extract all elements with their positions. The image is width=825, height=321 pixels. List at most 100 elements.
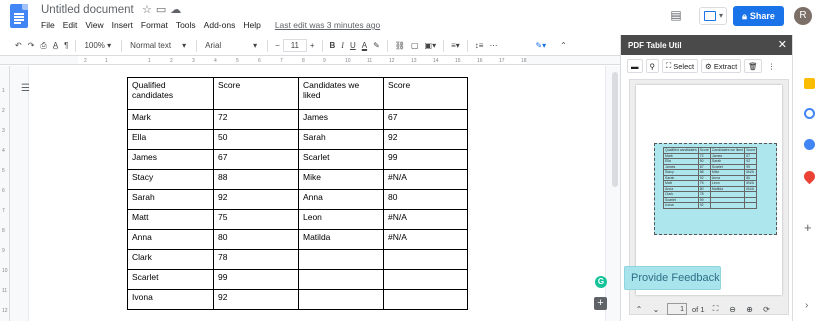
table-cell[interactable]: 99 [213, 269, 299, 290]
next-page-icon[interactable]: ⌄ [650, 303, 662, 315]
text-color-icon[interactable]: A [359, 38, 370, 54]
link-icon[interactable]: ⛓ [392, 38, 408, 54]
table-cell[interactable]: Ivona [127, 289, 214, 310]
table-cell[interactable]: Matilda [298, 229, 384, 250]
zoom-out-icon[interactable]: ⊖ [727, 303, 739, 315]
collapse-icon[interactable]: ⌃ [557, 38, 570, 54]
table-cell[interactable]: Sarah [127, 189, 214, 210]
paint-format-icon[interactable]: ¶ [61, 38, 71, 54]
editing-mode-icon[interactable]: ✎▾ [532, 38, 549, 54]
italic-icon[interactable]: I [338, 38, 347, 54]
zoom-select[interactable]: 100% ▾ [80, 38, 117, 54]
table-cell[interactable]: Sarah [298, 129, 384, 150]
table-cell[interactable] [298, 269, 384, 290]
table-cell[interactable]: 50 [213, 129, 299, 150]
document-table[interactable]: Qualified candidates Score Candidates we… [127, 77, 468, 310]
table-cell[interactable] [383, 289, 468, 310]
table-cell[interactable]: James [127, 149, 214, 170]
close-icon[interactable]: ✕ [778, 38, 787, 51]
tasks-icon[interactable] [804, 108, 815, 119]
document-scrollbar[interactable] [612, 72, 618, 187]
cloud-saved-icon[interactable]: ☁ [170, 3, 181, 16]
table-cell[interactable] [298, 289, 384, 310]
table-cell[interactable] [383, 269, 468, 290]
more-icon[interactable]: ⋯ [486, 38, 500, 54]
fit-page-icon[interactable]: ⛶ [710, 303, 722, 315]
font-select[interactable]: Arial ▾ [201, 38, 263, 54]
table-cell[interactable]: 67 [383, 109, 468, 130]
select-button[interactable]: ⛶ Select [662, 59, 699, 73]
contacts-icon[interactable] [804, 139, 815, 150]
table-cell[interactable]: 67 [213, 149, 299, 170]
redo-icon[interactable]: ↷ [25, 38, 38, 54]
table-header-cell[interactable]: Candidates we liked [298, 77, 384, 110]
star-icon[interactable]: ☆ [142, 3, 152, 16]
table-cell[interactable]: 72 [213, 109, 299, 130]
extract-button[interactable]: ⚙ Extract [701, 59, 742, 73]
provide-feedback-button[interactable]: Provide Feedback [624, 266, 721, 290]
font-size-increase-icon[interactable]: + [307, 38, 318, 54]
table-header-cell[interactable]: Score [213, 77, 299, 110]
table-cell[interactable]: Mark [127, 109, 214, 130]
style-select[interactable]: Normal text ▾ [126, 38, 192, 54]
line-spacing-icon[interactable]: ↕≡ [472, 38, 487, 54]
table-cell[interactable]: 78 [213, 249, 299, 270]
table-cell[interactable]: 99 [383, 149, 468, 170]
menu-help[interactable]: Help [243, 20, 260, 30]
table-cell[interactable]: 92 [213, 289, 299, 310]
table-cell[interactable]: Ella [127, 129, 214, 150]
underline-icon[interactable]: U [347, 38, 359, 54]
table-cell[interactable]: Mike [298, 169, 384, 190]
maps-icon[interactable] [801, 168, 818, 185]
menu-format[interactable]: Format [141, 20, 168, 30]
comment-add-icon[interactable]: ▢ [408, 38, 422, 54]
table-cell[interactable] [298, 249, 384, 270]
folder-move-icon[interactable]: ▭ [156, 3, 166, 16]
table-cell[interactable] [383, 249, 468, 270]
present-button[interactable]: ▾ [699, 7, 727, 25]
avatar[interactable]: R [794, 7, 812, 25]
menu-view[interactable]: View [85, 20, 103, 30]
table-cell[interactable]: Matt [127, 209, 214, 230]
open-folder-button[interactable]: ▬ [627, 59, 643, 73]
highlight-icon[interactable]: ✎ [370, 38, 383, 54]
bold-icon[interactable]: B [327, 38, 339, 54]
menu-file[interactable]: File [41, 20, 55, 30]
font-size-input[interactable]: 11 [282, 39, 307, 52]
table-cell[interactable]: Scarlet [127, 269, 214, 290]
comment-history-icon[interactable]: ▤ [668, 8, 684, 22]
chevron-right-icon[interactable]: › [805, 300, 808, 311]
keep-icon[interactable] [804, 78, 815, 89]
zoom-in-icon[interactable]: ⊕ [744, 303, 756, 315]
table-cell[interactable]: 80 [213, 229, 299, 250]
menu-edit[interactable]: Edit [63, 20, 78, 30]
image-icon[interactable]: ▣▾ [422, 38, 440, 54]
table-cell[interactable]: 92 [383, 129, 468, 150]
table-cell[interactable]: Scarlet [298, 149, 384, 170]
vertical-ruler[interactable]: 1 2 3 4 5 6 7 8 9 10 11 12 [0, 66, 10, 321]
delete-button[interactable]: 🗑︎ [744, 59, 762, 73]
table-cell[interactable]: 80 [383, 189, 468, 210]
explore-plus-icon[interactable]: + [594, 297, 607, 310]
table-cell[interactable]: Clark [127, 249, 214, 270]
search-button[interactable]: ⚲ [645, 59, 659, 73]
table-header-cell[interactable]: Qualified candidates [127, 77, 214, 110]
table-cell[interactable]: #N/A [383, 209, 468, 230]
menu-addons[interactable]: Add-ons [204, 20, 236, 30]
refresh-icon[interactable]: ⟳ [761, 303, 773, 315]
table-cell[interactable]: 92 [213, 189, 299, 210]
table-cell[interactable]: Anna [298, 189, 384, 210]
document-title[interactable]: Untitled document [41, 4, 134, 16]
prev-page-icon[interactable]: ⌃ [633, 303, 645, 315]
share-button[interactable]: 🔒︎ Share [733, 6, 784, 26]
table-cell[interactable]: #N/A [383, 169, 468, 190]
table-cell[interactable]: Anna [127, 229, 214, 250]
menu-insert[interactable]: Insert [112, 20, 133, 30]
get-addons-icon[interactable]: + [804, 221, 812, 234]
document-outline-icon[interactable]: ☰ [21, 84, 31, 94]
docs-logo-icon[interactable] [10, 4, 28, 28]
table-cell[interactable]: Stacy [127, 169, 214, 190]
page-number-input[interactable]: 1 [667, 303, 687, 315]
menu-tools[interactable]: Tools [176, 20, 196, 30]
more-options-icon[interactable]: ⋮ [764, 59, 779, 73]
